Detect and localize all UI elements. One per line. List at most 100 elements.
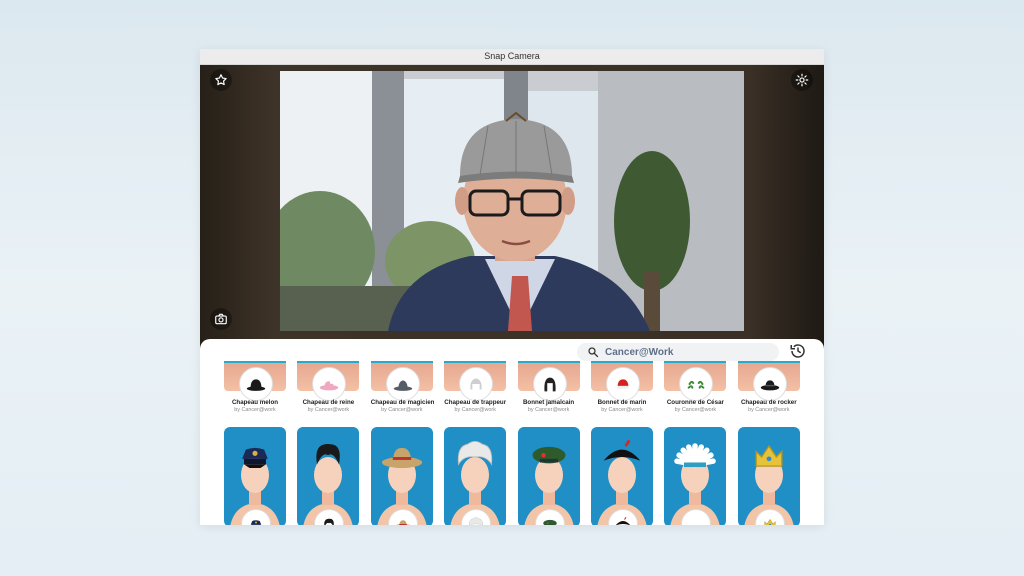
feathers-hat-icon [674, 443, 717, 468]
lens-hat [380, 435, 424, 484]
webcam-image [280, 71, 744, 331]
lens-name: Couronne de César [666, 399, 724, 406]
lens-thumbnail [370, 427, 433, 525]
lens-hat [600, 435, 644, 484]
search-icon [588, 347, 599, 358]
einstein-hat-icon [457, 440, 493, 466]
wig-hat-icon [543, 377, 556, 392]
lens-author: by Cancer@work [527, 407, 570, 413]
lens-card[interactable]: Chapeau melon by Cancer@work [224, 361, 286, 413]
crown-hat-icon [764, 519, 776, 525]
lens-card[interactable] [224, 427, 286, 525]
safari-hat-icon [381, 447, 422, 468]
lens-thumbnail [224, 361, 286, 401]
lens-thumbnail [664, 361, 727, 401]
lens-author: by Cancer@work [454, 407, 496, 413]
lens-thumbnail [444, 361, 507, 401]
lens-icon-circle [239, 367, 273, 401]
elvis-hat-icon [324, 518, 335, 525]
gear-icon [795, 73, 809, 87]
einstein-hat-icon [469, 517, 484, 525]
lens-thumbnail [517, 427, 580, 525]
camera-icon [215, 313, 227, 325]
lens-hat [306, 435, 350, 484]
bicorne-hat-icon [615, 516, 631, 525]
lens-author: by Cancer@work [307, 407, 350, 413]
lens-author: by Cancer@work [748, 407, 790, 413]
laurel-hat-icon [688, 380, 705, 389]
lens-card[interactable] [664, 427, 727, 525]
queen-hat-icon [320, 380, 339, 391]
bicorne-hat-icon [603, 439, 641, 461]
beret-hat-icon [542, 519, 557, 525]
lens-card[interactable] [297, 427, 360, 525]
search-input[interactable]: Cancer@Work [605, 347, 673, 358]
history-icon [790, 344, 805, 358]
lens-card[interactable]: Bonnet jamaïcain by Cancer@work [517, 361, 580, 413]
settings-button[interactable] [791, 69, 813, 91]
lens-card[interactable]: Chapeau de reine by Cancer@work [297, 361, 360, 413]
lens-name: Bonnet jamaïcain [522, 399, 575, 406]
lens-thumbnail [591, 361, 653, 401]
lens-icon-circle [385, 367, 420, 401]
lens-card[interactable] [737, 427, 800, 525]
lens-author: by Cancer@work [674, 407, 717, 413]
history-button[interactable] [789, 342, 809, 362]
lens-thumbnail [517, 361, 580, 401]
lens-card[interactable] [444, 427, 507, 525]
lens-card[interactable] [517, 427, 580, 525]
safari-hat-icon [395, 520, 410, 525]
lens-icon-circle [312, 367, 347, 401]
lens-name: Bonnet de marin [597, 399, 647, 406]
police-hat-icon [250, 520, 262, 525]
lens-thumbnail [444, 427, 507, 525]
lens-hat [453, 435, 497, 484]
lens-author: by Cancer@work [234, 407, 276, 413]
elvis-hat-icon [316, 444, 341, 465]
lens-card[interactable]: Chapeau de magicien by Cancer@work [370, 361, 434, 413]
lens-hat [673, 435, 717, 484]
lens-thumbnail [297, 361, 360, 401]
lens-author: by Cancer@work [381, 407, 423, 413]
feathers-hat-icon [688, 518, 705, 525]
trapper-hat-icon [470, 378, 482, 390]
snapshot-button[interactable] [210, 308, 232, 330]
star-icon [215, 74, 227, 86]
lens-icon-circle [752, 367, 787, 401]
lens-thumbnail [591, 427, 653, 525]
lens-thumbnail [737, 427, 800, 525]
lens-name: Chapeau de trappeur [444, 399, 507, 406]
lens-thumbnail [370, 361, 433, 401]
search-field[interactable]: Cancer@Work [577, 343, 779, 361]
lens-name: Chapeau de reine [302, 399, 355, 406]
lens-name: Chapeau melon [231, 399, 279, 406]
lens-card[interactable]: Couronne de César by Cancer@work [664, 361, 727, 413]
window-title: Snap Camera [200, 49, 824, 65]
lens-browser: Cancer@Work Chapeau melon by Cancer@work… [200, 339, 824, 525]
lens-card[interactable]: Chapeau de trappeur by Cancer@work [444, 361, 507, 413]
camera-feed [280, 71, 744, 331]
lens-thumbnail [664, 427, 727, 525]
rocker-hat-icon [760, 380, 779, 391]
lens-icon-circle [459, 367, 494, 401]
lens-icon-circle [606, 367, 640, 401]
lens-thumbnail [737, 361, 800, 401]
beret-hat-icon [532, 446, 566, 464]
lens-hat [747, 435, 791, 484]
lens-thumbnail [224, 427, 286, 525]
lens-card[interactable]: Bonnet de marin by Cancer@work [591, 361, 653, 413]
lens-card[interactable] [370, 427, 433, 525]
magician-hat-icon [393, 380, 412, 391]
lens-hat [233, 435, 277, 484]
camera-preview [200, 65, 824, 351]
lens-author: by Cancer@work [601, 407, 643, 413]
lens-name: Chapeau de rocker [740, 399, 797, 406]
lens-card[interactable] [591, 427, 653, 525]
sailor-hat-icon [617, 379, 629, 389]
favorite-button[interactable] [210, 69, 232, 91]
lens-icon-circle [679, 367, 714, 401]
crown-hat-icon [755, 444, 783, 467]
lens-name: Chapeau de magicien [370, 399, 435, 406]
lens-card[interactable]: Chapeau de rocker by Cancer@work [737, 361, 800, 413]
lens-thumbnail [297, 427, 360, 525]
